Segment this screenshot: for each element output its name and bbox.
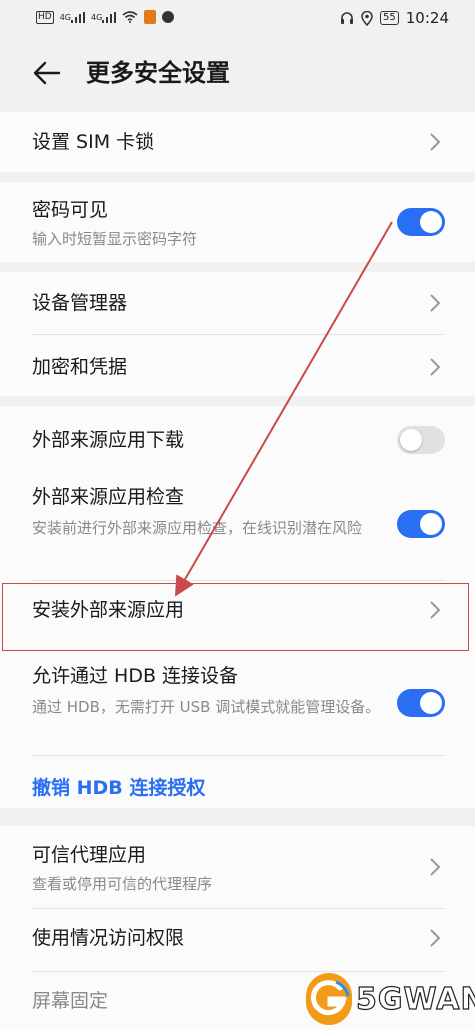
location-icon [361, 10, 373, 26]
encryption-row[interactable]: 加密和凭据 [0, 335, 475, 396]
battery-icon: 55 [380, 11, 399, 25]
app-notification-icon [144, 10, 157, 24]
hdb-revoke-row[interactable]: 撤销 HDB 连接授权 [0, 756, 475, 808]
hdb-allow-toggle[interactable] [397, 689, 445, 717]
headset-icon [340, 11, 354, 25]
screen-pinning-label: 屏幕固定 [32, 990, 109, 1012]
trust-agents-label: 可信代理应用 [32, 844, 147, 866]
external-check-label: 外部来源应用检查 [32, 486, 185, 508]
status-left: HD 4G 4G [36, 10, 175, 24]
status-time: 10:24 [405, 9, 449, 27]
settings-group-sim: 设置 SIM 卡锁 [0, 112, 475, 172]
trust-agents-row[interactable]: 可信代理应用 查看或停用可信的代理程序 [0, 826, 475, 908]
chevron-right-icon [430, 133, 441, 151]
chevron-right-icon [430, 929, 441, 947]
hdb-allow-row[interactable]: 允许通过 HDB 连接设备 通过 HDB，无需打开 USB 调试模式就能管理设备… [0, 651, 475, 751]
hdb-revoke-link[interactable]: 撤销 HDB 连接授权 [32, 775, 205, 801]
chevron-right-icon [430, 358, 441, 376]
settings-group-password: 密码可见 输入时短暂显示密码字符 [0, 182, 475, 262]
sim-lock-label: 设置 SIM 卡锁 [32, 131, 155, 153]
app-notification-icon-2 [162, 11, 175, 23]
hdb-allow-sub: 通过 HDB，无需打开 USB 调试模式就能管理设备。 [32, 698, 381, 716]
watermark-badge-icon [306, 973, 352, 1025]
back-arrow-icon[interactable] [30, 56, 64, 90]
usage-access-label: 使用情况访问权限 [32, 927, 185, 949]
toggle-knob [420, 211, 442, 233]
chevron-right-icon [430, 858, 441, 876]
password-visible-label: 密码可见 [32, 199, 109, 221]
app-bar: 更多安全设置 [0, 36, 475, 112]
password-visible-row[interactable]: 密码可见 输入时短暂显示密码字符 [0, 182, 475, 262]
page-title: 更多安全设置 [86, 59, 230, 87]
device-admin-row[interactable]: 设备管理器 [0, 272, 475, 334]
external-download-toggle[interactable] [397, 426, 445, 454]
status-right: 55 10:24 [340, 9, 449, 27]
external-check-sub: 安装前进行外部来源应用检查，在线识别潜在风险 [32, 519, 363, 537]
password-visible-sub: 输入时短暂显示密码字符 [32, 230, 198, 248]
toggle-knob [420, 513, 442, 535]
watermark-logo: 5GWAN [306, 968, 475, 1030]
password-visible-toggle[interactable] [397, 208, 445, 236]
external-check-toggle[interactable] [397, 510, 445, 538]
encryption-label: 加密和凭据 [32, 356, 128, 378]
status-bar: HD 4G 4G 55 10:24 [0, 0, 475, 36]
annotation-highlight-box [2, 583, 469, 651]
sim-lock-row[interactable]: 设置 SIM 卡锁 [0, 112, 475, 172]
external-check-row[interactable]: 外部来源应用检查 安装前进行外部来源应用检查，在线识别潜在风险 [0, 472, 475, 580]
toggle-knob [420, 692, 442, 714]
toggle-knob [400, 429, 422, 451]
usage-access-row[interactable]: 使用情况访问权限 [0, 909, 475, 971]
chevron-right-icon [430, 294, 441, 312]
settings-group-device: 设备管理器 加密和凭据 [0, 272, 475, 396]
watermark-text: 5GWAN [355, 981, 475, 1017]
device-admin-label: 设备管理器 [32, 292, 128, 314]
signal-icon-2: 4G [91, 11, 117, 23]
external-download-row[interactable]: 外部来源应用下载 [0, 406, 475, 472]
trust-agents-sub: 查看或停用可信的代理程序 [32, 875, 213, 893]
hd-icon: HD [36, 10, 54, 24]
external-download-label: 外部来源应用下载 [32, 429, 185, 451]
signal-icon: 4G [60, 11, 85, 23]
wifi-icon [122, 11, 138, 23]
hdb-allow-label: 允许通过 HDB 连接设备 [32, 665, 239, 687]
